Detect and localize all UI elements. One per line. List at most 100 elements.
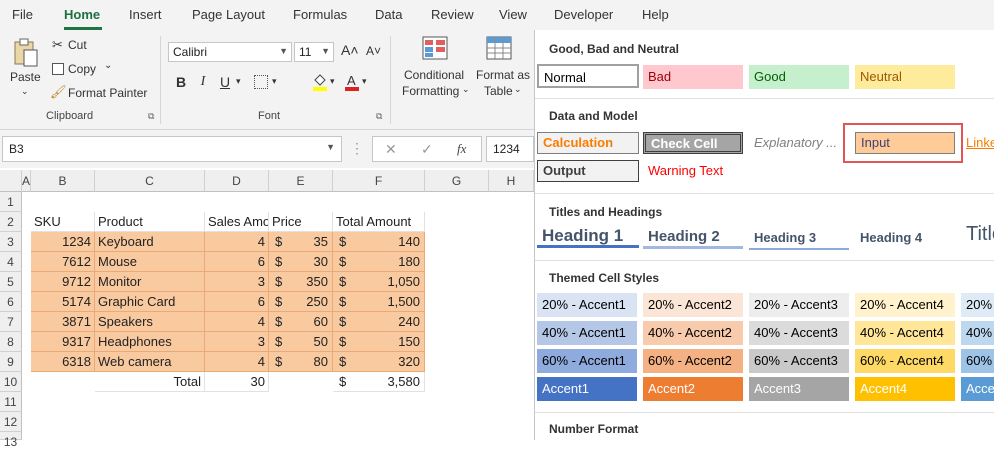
total-cell[interactable]: $150 bbox=[333, 332, 425, 352]
format-painter-icon[interactable]: 🖌 bbox=[50, 84, 67, 100]
header-price[interactable]: Price bbox=[269, 212, 333, 232]
row-header[interactable]: 11 bbox=[0, 392, 22, 412]
total-cell[interactable]: $180 bbox=[333, 252, 425, 272]
price-cell[interactable]: $250 bbox=[269, 292, 333, 312]
style-60-accent2[interactable]: 60% - Accent2 bbox=[643, 349, 743, 373]
select-all-corner[interactable] bbox=[0, 170, 22, 192]
underline-dropdown-icon[interactable]: ▾ bbox=[236, 76, 241, 87]
style-accent2[interactable]: Accent2 bbox=[643, 377, 743, 401]
italic-button[interactable]: I bbox=[194, 74, 212, 90]
font-name-combo[interactable]: Calibri ▼ bbox=[168, 42, 292, 62]
style-accent4[interactable]: Accent4 bbox=[855, 377, 955, 401]
column-header-f[interactable]: F bbox=[333, 170, 425, 192]
style-40-accent2[interactable]: 40% - Accent2 bbox=[643, 321, 743, 345]
insert-function-icon[interactable]: fx bbox=[457, 141, 466, 157]
font-size-combo[interactable]: 11 ▼ bbox=[294, 42, 334, 62]
style-20-accent2[interactable]: 20% - Accent2 bbox=[643, 293, 743, 317]
column-header-h[interactable]: H bbox=[489, 170, 534, 192]
cut-icon[interactable]: ✂ bbox=[52, 37, 63, 53]
product-cell[interactable]: Web camera bbox=[95, 352, 205, 372]
tab-view[interactable]: View bbox=[499, 7, 527, 22]
paste-button[interactable]: Paste bbox=[10, 70, 41, 84]
total-cell[interactable]: $140 bbox=[333, 232, 425, 252]
row-header[interactable]: 9 bbox=[0, 352, 22, 372]
product-cell[interactable]: Monitor bbox=[95, 272, 205, 292]
style-40-accent4[interactable]: 40% - Accent4 bbox=[855, 321, 955, 345]
quantity-cell[interactable]: 4 bbox=[205, 312, 269, 332]
total-cell[interactable]: $1,050 bbox=[333, 272, 425, 292]
row-header[interactable]: 2 bbox=[0, 212, 22, 232]
style-60-accent3[interactable]: 60% - Accent3 bbox=[749, 349, 849, 373]
paste-icon[interactable] bbox=[12, 38, 40, 71]
style-title[interactable]: Title bbox=[961, 222, 994, 246]
style-20-accent5[interactable]: 20% - Accent5 bbox=[961, 293, 994, 317]
total-cell[interactable]: $320 bbox=[333, 352, 425, 372]
product-cell[interactable]: Mouse bbox=[95, 252, 205, 272]
style-accent1[interactable]: Accent1 bbox=[537, 377, 637, 401]
style-heading-3[interactable]: Heading 3 bbox=[749, 226, 849, 250]
tab-data[interactable]: Data bbox=[375, 7, 402, 22]
paste-dropdown-icon[interactable]: ⌄ bbox=[21, 86, 29, 97]
tab-home[interactable]: Home bbox=[64, 7, 100, 22]
price-cell[interactable]: $50 bbox=[269, 332, 333, 352]
style-calculation[interactable]: Calculation bbox=[537, 132, 639, 154]
chevron-down-icon[interactable]: ▼ bbox=[326, 142, 335, 152]
row-header[interactable]: 10 bbox=[0, 372, 22, 392]
cancel-icon[interactable]: ✕ bbox=[385, 141, 397, 158]
formula-input[interactable]: 1234 bbox=[486, 136, 534, 162]
underline-button[interactable]: U bbox=[216, 74, 234, 90]
enter-icon[interactable]: ✓ bbox=[421, 141, 433, 158]
quantity-cell[interactable]: 4 bbox=[205, 352, 269, 372]
product-cell[interactable]: Headphones bbox=[95, 332, 205, 352]
row-header[interactable]: 1 bbox=[0, 192, 22, 212]
format-painter-button[interactable]: Format Painter bbox=[68, 86, 147, 100]
total-label[interactable]: Total bbox=[95, 372, 205, 392]
sku-cell[interactable]: 7612 bbox=[31, 252, 95, 272]
cut-button[interactable]: Cut bbox=[68, 38, 87, 52]
style-accent5[interactable]: Accent5 bbox=[961, 377, 994, 401]
borders-dropdown-icon[interactable]: ▾ bbox=[272, 76, 277, 87]
style-linked-cell[interactable]: Linked Cell bbox=[961, 132, 994, 156]
column-header-e[interactable]: E bbox=[269, 170, 333, 192]
fill-color-icon[interactable] bbox=[312, 73, 328, 91]
sku-cell[interactable]: 5174 bbox=[31, 292, 95, 312]
name-box[interactable]: B3 ▼ bbox=[2, 136, 342, 162]
total-quantity[interactable]: 30 bbox=[205, 372, 269, 392]
column-header-a[interactable]: A bbox=[22, 170, 31, 192]
total-cell[interactable]: $240 bbox=[333, 312, 425, 332]
fill-color-dropdown-icon[interactable]: ▾ bbox=[330, 76, 335, 87]
tab-review[interactable]: Review bbox=[431, 7, 474, 22]
style-heading-4[interactable]: Heading 4 bbox=[855, 226, 955, 250]
style-20-accent1[interactable]: 20% - Accent1 bbox=[537, 293, 637, 317]
product-cell[interactable]: Speakers bbox=[95, 312, 205, 332]
sku-cell[interactable]: 9712 bbox=[31, 272, 95, 292]
quantity-cell[interactable]: 4 bbox=[205, 232, 269, 252]
style-40-accent5[interactable]: 40% - Accent5 bbox=[961, 321, 994, 345]
price-cell[interactable]: $30 bbox=[269, 252, 333, 272]
style-60-accent5[interactable]: 60% - Accent5 bbox=[961, 349, 994, 373]
column-header-d[interactable]: D bbox=[205, 170, 269, 192]
style-60-accent1[interactable]: 60% - Accent1 bbox=[537, 349, 637, 373]
row-header[interactable]: 7 bbox=[0, 312, 22, 332]
price-cell[interactable]: $35 bbox=[269, 232, 333, 252]
style-warning-text[interactable]: Warning Text bbox=[643, 160, 763, 184]
more-options-icon[interactable]: ⋮ bbox=[350, 140, 364, 157]
font-launcher-icon[interactable]: ⧉ bbox=[376, 111, 382, 122]
style-explanatory[interactable]: Explanatory ... bbox=[749, 132, 849, 156]
header-sku[interactable]: SKU bbox=[31, 212, 95, 232]
format-as-table-button[interactable]: Format as bbox=[476, 68, 530, 82]
style-good[interactable]: Good bbox=[749, 65, 849, 89]
increase-font-icon[interactable]: A˄ bbox=[341, 42, 359, 58]
total-amount-cell[interactable]: $ 3,580 bbox=[333, 372, 425, 392]
sku-cell[interactable]: 3871 bbox=[31, 312, 95, 332]
tab-developer[interactable]: Developer bbox=[554, 7, 613, 22]
style-normal[interactable]: Normal bbox=[537, 64, 639, 88]
clipboard-launcher-icon[interactable]: ⧉ bbox=[148, 111, 154, 122]
price-cell[interactable]: $350 bbox=[269, 272, 333, 292]
style-accent3[interactable]: Accent3 bbox=[749, 377, 849, 401]
tab-help[interactable]: Help bbox=[642, 7, 669, 22]
product-cell[interactable]: Graphic Card bbox=[95, 292, 205, 312]
bold-button[interactable]: B bbox=[172, 74, 190, 90]
style-heading-1[interactable]: Heading 1 bbox=[537, 224, 639, 248]
row-header[interactable]: 4 bbox=[0, 252, 22, 272]
